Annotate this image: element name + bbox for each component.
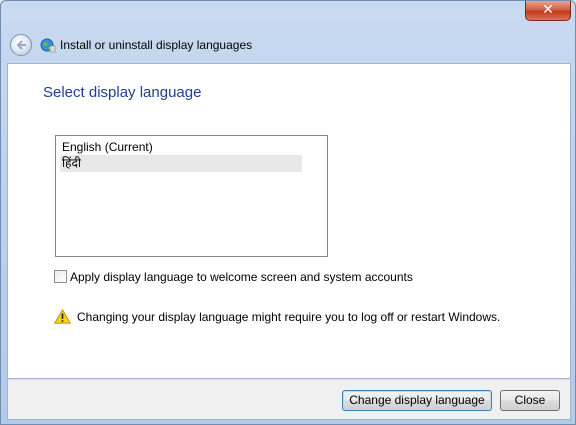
title-bar: ✕ <box>1 1 576 31</box>
button-bar: Change display language Close <box>7 379 571 420</box>
change-display-language-button[interactable]: Change display language <box>342 390 492 411</box>
window-close-button[interactable]: ✕ <box>525 1 571 21</box>
warning-icon <box>54 309 71 324</box>
close-button[interactable]: Close <box>500 390 560 411</box>
back-arrow-icon <box>16 40 26 50</box>
back-button[interactable] <box>10 34 32 56</box>
apply-welcome-screen-label[interactable]: Apply display language to welcome screen… <box>70 270 413 284</box>
close-icon: ✕ <box>542 2 554 18</box>
dialog-window: ✕ Install or uninstall display languages… <box>0 0 576 425</box>
page-heading: Select display language <box>43 84 202 101</box>
language-option-english[interactable]: English (Current) <box>60 139 302 156</box>
navigation-bar: Install or uninstall display languages <box>7 31 571 59</box>
globe-icon <box>40 38 56 53</box>
language-option-hindi[interactable]: हिंदी <box>60 155 302 172</box>
language-listbox[interactable]: English (Current) हिंदी <box>55 135 328 257</box>
warning-text: Changing your display language might req… <box>77 310 501 324</box>
apply-welcome-screen-checkbox[interactable] <box>54 270 67 283</box>
content-pane: Select display language English (Current… <box>7 63 571 379</box>
window-title: Install or uninstall display languages <box>60 38 253 52</box>
